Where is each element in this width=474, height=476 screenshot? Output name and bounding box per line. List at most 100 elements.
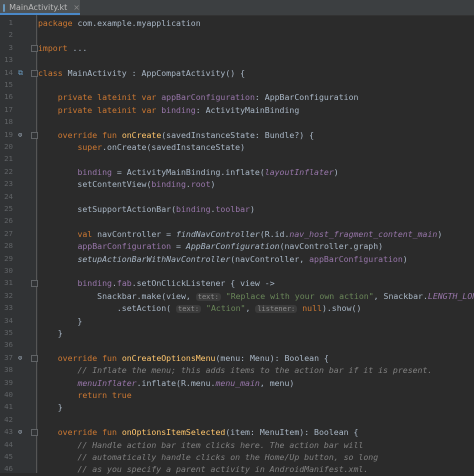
code-line[interactable]: 29 setupActionBarWithNavController(navCo… bbox=[0, 253, 474, 265]
fold-toggle-icon[interactable] bbox=[31, 69, 38, 77]
line-number: 29 bbox=[4, 253, 13, 263]
code-token: setupActionBarWithNavController bbox=[77, 253, 231, 264]
code-token: MainActivity : AppCompatActivity() { bbox=[67, 67, 246, 78]
fold-toggle-icon[interactable] bbox=[31, 280, 38, 288]
code-line[interactable]: 35 } bbox=[0, 327, 474, 339]
parameter-hint: text: bbox=[176, 305, 202, 314]
code-line[interactable]: 23 setContentView(binding.root) bbox=[0, 178, 474, 190]
code-line[interactable]: 40 return true bbox=[0, 389, 474, 401]
code-line[interactable]: 34 } bbox=[0, 315, 474, 327]
code-token: .setOnClickListener { view -> bbox=[131, 278, 275, 289]
tab-main-activity[interactable]: MainActivity.kt × bbox=[0, 0, 80, 15]
line-number: 2 bbox=[8, 30, 13, 40]
code-line[interactable]: 30 bbox=[0, 265, 474, 277]
code-line[interactable]: 37 ⊙ override fun onCreateOptionsMenu(men… bbox=[0, 352, 474, 364]
close-tab-icon[interactable]: × bbox=[73, 3, 80, 12]
code-token: ) bbox=[210, 179, 216, 190]
fold-toggle-icon[interactable] bbox=[31, 44, 38, 52]
code-line[interactable]: 36 bbox=[0, 339, 474, 351]
code-line[interactable]: 17 private lateinit var binding: Activit… bbox=[0, 104, 474, 116]
override-gutter-icon[interactable]: ⊙ bbox=[18, 428, 26, 436]
code-line[interactable]: 44 // Handle action bar item clicks here… bbox=[0, 439, 474, 451]
line-number: 39 bbox=[4, 377, 13, 387]
code-text: // automatically handle clicks on the Ho… bbox=[38, 451, 378, 463]
code-token: package bbox=[38, 18, 78, 28]
code-text: // as you specify a parent activity in A… bbox=[38, 463, 368, 475]
line-number: 24 bbox=[4, 191, 13, 201]
code-line[interactable]: 3 import ... bbox=[0, 42, 474, 54]
line-number: 20 bbox=[4, 142, 13, 151]
code-line[interactable]: 13 bbox=[0, 54, 474, 66]
code-line[interactable]: 31 binding.fab.setOnClickListener { view… bbox=[0, 277, 474, 289]
code-line[interactable]: 21 bbox=[0, 153, 474, 165]
code-token: appBarConfiguration bbox=[77, 241, 172, 252]
code-token: , menu) bbox=[259, 377, 295, 388]
code-text: .setAction( text: "Action", listener: nu… bbox=[38, 302, 361, 315]
code-text: package com.example.myapplication bbox=[38, 17, 201, 29]
code-line[interactable]: 20 super.onCreate(savedInstanceState) bbox=[0, 141, 474, 153]
code-line[interactable]: 38 // Inflate the menu; this adds items … bbox=[0, 364, 474, 376]
code-token: override fun bbox=[57, 129, 122, 140]
line-number: 43 bbox=[4, 427, 13, 437]
code-text: appBarConfiguration = AppBarConfiguratio… bbox=[38, 240, 383, 252]
code-token: // Inflate the menu; this adds items to … bbox=[77, 365, 433, 376]
class-gutter-icon[interactable]: ⧉ bbox=[18, 69, 26, 77]
code-token: ).show() bbox=[321, 303, 362, 314]
code-text: setSupportActionBar(binding.toolbar) bbox=[38, 203, 255, 215]
fold-toggle-icon[interactable] bbox=[31, 429, 38, 437]
code-line[interactable]: 43 ⊙ override fun onOptionsItemSelected(i… bbox=[0, 426, 474, 438]
code-line[interactable]: 19 ⊙ override fun onCreate(savedInstanceS… bbox=[0, 129, 474, 141]
code-line[interactable]: 39 menuInflater.inflate(R.menu.menu_main… bbox=[0, 377, 474, 389]
code-line[interactable]: 24 bbox=[0, 191, 474, 203]
code-line[interactable]: 1 package com.example.myapplication bbox=[0, 17, 474, 29]
code-token: .inflate(R.menu. bbox=[136, 377, 216, 388]
code-line[interactable]: 15 bbox=[0, 79, 474, 91]
fold-toggle-icon[interactable] bbox=[31, 131, 38, 139]
code-line[interactable]: 25 setSupportActionBar(binding.toolbar) bbox=[0, 203, 474, 215]
code-line[interactable]: 32 Snackbar.make(view, text: "Replace wi… bbox=[0, 290, 474, 302]
code-token: appBarConfiguration bbox=[161, 92, 255, 103]
code-line[interactable]: 18 bbox=[0, 116, 474, 128]
code-text: import ... bbox=[38, 42, 87, 54]
code-token: = bbox=[171, 241, 186, 252]
line-number: 28 bbox=[4, 241, 13, 251]
code-line[interactable]: 2 bbox=[0, 29, 474, 41]
fold-toggle-icon[interactable] bbox=[31, 354, 38, 362]
code-token: (item: MenuItem): Boolean { bbox=[225, 427, 359, 438]
override-gutter-icon[interactable]: ⊙ bbox=[18, 354, 26, 362]
code-line[interactable]: 46 // as you specify a parent activity i… bbox=[0, 463, 474, 475]
code-line[interactable]: 26 bbox=[0, 215, 474, 227]
code-token: findNavController bbox=[176, 228, 260, 239]
code-token: onCreateOptionsMenu bbox=[121, 352, 216, 363]
code-line[interactable]: 42 bbox=[0, 414, 474, 426]
code-line[interactable]: 16 private lateinit var appBarConfigurat… bbox=[0, 91, 474, 103]
code-line[interactable]: 14 ⧉ class MainActivity : AppCompatActivit… bbox=[0, 67, 474, 79]
code-line[interactable]: 45 // automatically handle clicks on the… bbox=[0, 451, 474, 463]
code-token: .setAction( bbox=[38, 303, 177, 314]
override-gutter-icon[interactable]: ⊙ bbox=[18, 131, 26, 139]
code-token: "Replace with your own action" bbox=[225, 290, 374, 301]
code-token: override fun bbox=[57, 352, 122, 363]
line-number: 44 bbox=[4, 439, 13, 449]
code-token: menu_main bbox=[215, 377, 260, 388]
code-line[interactable]: 28 appBarConfiguration = AppBarConfigura… bbox=[0, 240, 474, 252]
line-number: 19 bbox=[4, 129, 13, 139]
code-line[interactable]: 41 } bbox=[0, 401, 474, 413]
code-token: ) bbox=[333, 166, 339, 177]
code-text: binding = ActivityMainBinding.inflate(la… bbox=[38, 166, 339, 178]
code-token: nav_host_fragment_content_main bbox=[289, 228, 438, 239]
code-line[interactable]: 22 binding = ActivityMainBinding.inflate… bbox=[0, 166, 474, 178]
code-token: onOptionsItemSelected bbox=[121, 427, 226, 438]
code-editor[interactable]: 1 package com.example.myapplication 2 3 impo… bbox=[0, 15, 474, 475]
code-line[interactable]: 27 val navController = findNavController… bbox=[0, 228, 474, 240]
code-line[interactable]: 33 .setAction( text: "Action", listener:… bbox=[0, 302, 474, 314]
